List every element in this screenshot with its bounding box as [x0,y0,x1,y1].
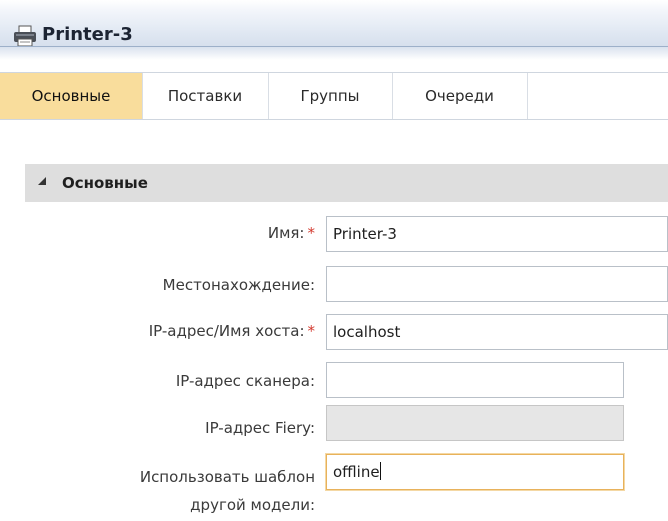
section-header-basic[interactable]: Основные [25,164,668,202]
tab-basic[interactable]: Основные [0,73,143,119]
collapse-triangle-icon[interactable] [38,177,46,185]
template-model-value: offline [333,463,380,481]
host-field[interactable]: localhost [326,314,668,350]
scanner-ip-label: IP-адрес сканера: [175,372,315,390]
window-title: Printer-3 [42,24,133,45]
title-divider [0,46,668,47]
tab-groups[interactable]: Группы [268,73,393,119]
template-label-line2: другой модели: [190,496,315,514]
host-label-text: IP-адрес/Имя хоста: [148,322,305,340]
fiery-ip-field [326,405,624,441]
printer-icon [14,25,36,47]
tab-bar-filler [527,73,668,119]
location-field[interactable] [326,266,668,302]
required-mark: * [307,224,316,242]
text-cursor [379,462,381,480]
section-title: Основные [62,174,148,192]
tab-bar: Основные Поставки Группы Очереди [0,72,668,120]
name-label: Имя: * [268,224,315,242]
title-bar: Printer-3 [0,0,668,60]
tab-supplies[interactable]: Поставки [142,73,269,119]
location-label: Местонахождение: [162,276,315,294]
host-label: IP-адрес/Имя хоста: * [149,322,315,340]
template-model-field[interactable]: offline [326,454,624,490]
tab-queues[interactable]: Очереди [392,73,528,119]
required-mark: * [307,322,316,340]
scanner-ip-field[interactable] [326,362,624,398]
name-label-text: Имя: [267,224,305,242]
name-field[interactable]: Printer-3 [326,216,668,252]
template-label-line1: Использовать шаблон [139,468,315,486]
fiery-ip-label: IP-адрес Fiery: [205,419,315,437]
